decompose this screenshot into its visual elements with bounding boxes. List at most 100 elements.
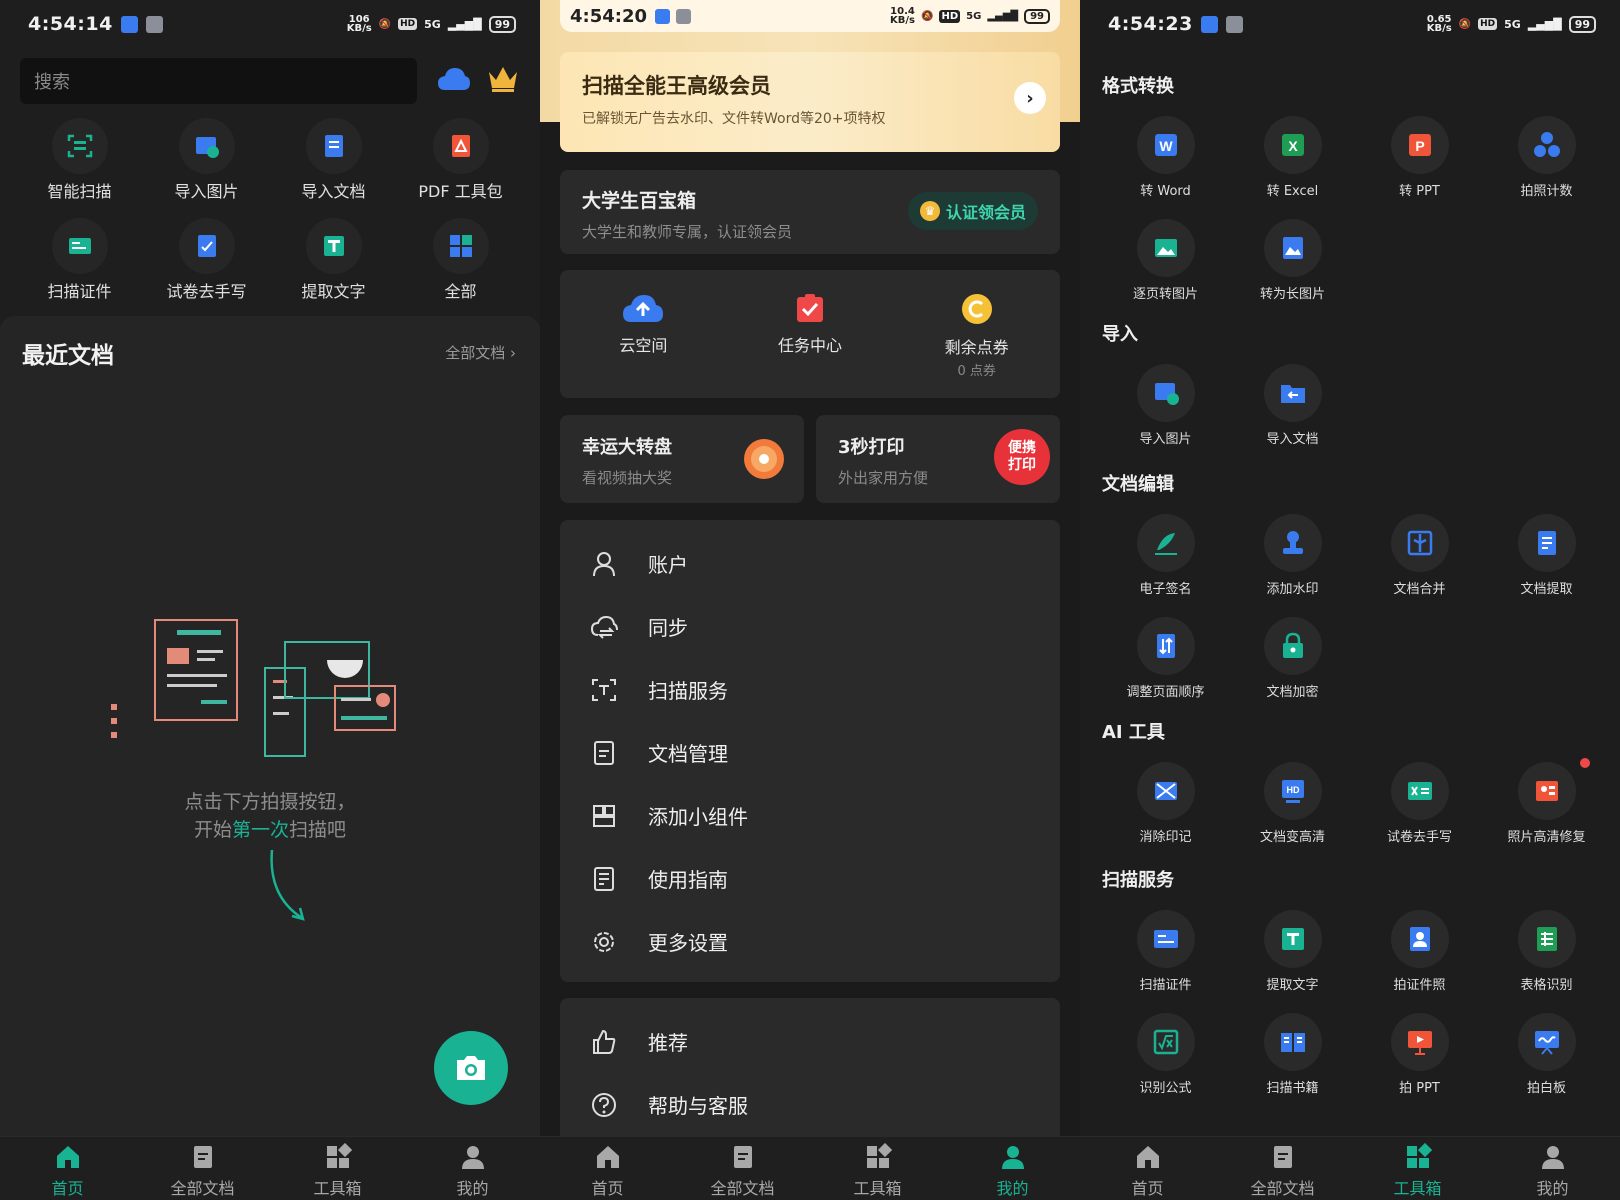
tool-to-ppt[interactable]: P 转 PPT xyxy=(1356,116,1483,199)
quick-label: 扫描证件 xyxy=(47,282,112,301)
vip-card[interactable]: 扫描全能王高级会员 已解锁无广告去水印、文件转Word等20+项特权 › xyxy=(560,52,1060,152)
tool-exam-clean[interactable]: 试卷去手写 xyxy=(1356,762,1483,845)
student-card[interactable]: 大学生百宝箱 大学生和教师专属，认证领会员 ♛ 认证领会员 xyxy=(560,170,1060,254)
tool-long-image[interactable]: 转为长图片 xyxy=(1229,219,1356,302)
quick-exam-clean[interactable]: 试卷去手写 xyxy=(143,218,270,302)
nav-toolbox[interactable]: 工具箱 xyxy=(810,1137,945,1200)
menu-help[interactable]: 帮助与客服 xyxy=(560,1073,1060,1136)
nav-all-docs[interactable]: 全部文档 xyxy=(135,1137,270,1200)
tool-shoot-ppt[interactable]: 拍 PPT xyxy=(1356,1013,1483,1096)
status-bar: 4:54:20 10.4 KB/s 🔕 HD 5G ▂▄▆█ 99 xyxy=(560,0,1060,32)
menu-scan-service[interactable]: 扫描服务 xyxy=(560,658,1060,721)
menu-guide[interactable]: 使用指南 xyxy=(560,847,1060,910)
tool-to-excel[interactable]: X 转 Excel xyxy=(1229,116,1356,199)
toolbox-icon xyxy=(866,1143,892,1168)
menu-recommend[interactable]: 推荐 xyxy=(560,1010,1060,1073)
quick-extract-text[interactable]: 提取文字 xyxy=(270,218,397,302)
nav-mine[interactable]: 我的 xyxy=(405,1137,540,1200)
tool-extract[interactable]: 文档提取 xyxy=(1483,514,1610,597)
nav-mine[interactable]: 我的 xyxy=(1485,1137,1620,1200)
pdf-icon xyxy=(451,135,470,157)
tool-formula-ocr[interactable]: 识别公式 xyxy=(1102,1013,1229,1096)
tool-import-doc[interactable]: 导入文档 xyxy=(1229,364,1356,447)
menu-widget[interactable]: 添加小组件 xyxy=(560,784,1060,847)
photo-restore-icon-wrap xyxy=(1517,762,1576,820)
tool-photo-restore[interactable]: 照片高清修复 xyxy=(1483,758,1610,845)
nav-all-docs[interactable]: 全部文档 xyxy=(1215,1137,1350,1200)
svg-text:P: P xyxy=(1415,138,1424,154)
lucky-wheel-card[interactable]: 幸运大转盘 看视频抽大奖 xyxy=(560,415,804,503)
quick-import-image[interactable]: 导入图片 xyxy=(143,118,270,202)
nav-mine[interactable]: 我的 xyxy=(945,1137,1080,1200)
svg-text:X: X xyxy=(1288,138,1298,154)
tool-encrypt[interactable]: 文档加密 xyxy=(1229,617,1356,700)
word-icon-wrap: W xyxy=(1136,116,1195,174)
tool-merge[interactable]: 文档合并 xyxy=(1356,514,1483,597)
wheel-icon xyxy=(744,439,784,479)
tool-remove-marks[interactable]: 消除印记 xyxy=(1102,762,1229,845)
print-card[interactable]: 3秒打印 外出家用方便 便携 打印 xyxy=(816,415,1060,503)
id-card-icon xyxy=(68,238,91,254)
docs-icon xyxy=(733,1146,752,1168)
tool-whiteboard[interactable]: 拍白板 xyxy=(1483,1013,1610,1096)
quick-scan-id[interactable]: 扫描证件 xyxy=(16,218,143,302)
tool-page-to-image[interactable]: 逐页转图片 xyxy=(1102,219,1229,302)
tool-scan-book[interactable]: 扫描书籍 xyxy=(1229,1013,1356,1096)
points[interactable]: 剩余点券 0 点券 xyxy=(893,270,1060,398)
lock-icon xyxy=(1282,632,1303,658)
tool-label: 文档加密 xyxy=(1266,685,1319,700)
tool-watermark[interactable]: 添加水印 xyxy=(1229,514,1356,597)
tool-e-signature[interactable]: 电子签名 xyxy=(1102,514,1229,597)
exam-icon-wrap xyxy=(178,218,235,274)
account-shortcuts: 云空间 任务中心 剩余点券 0 点券 xyxy=(560,270,1060,398)
chevron-right-icon[interactable]: › xyxy=(1014,82,1046,114)
tool-extract-text[interactable]: 提取文字 xyxy=(1229,910,1356,993)
tool-id-photo[interactable]: 拍证件照 xyxy=(1356,910,1483,993)
net-speed: 106 KB/s xyxy=(346,14,372,34)
mute-icon: 🔕 xyxy=(1458,18,1472,30)
verify-label: 认证领会员 xyxy=(945,203,1026,222)
cloud-space[interactable]: 云空间 xyxy=(560,270,727,398)
tool-import-image[interactable]: 导入图片 xyxy=(1102,364,1229,447)
cloud-sync-icon xyxy=(590,615,618,639)
menu-account[interactable]: 账户 xyxy=(560,532,1060,595)
tool-label: 转 Excel xyxy=(1266,184,1319,199)
id-card-icon-wrap xyxy=(1136,910,1195,968)
thumbs-up-icon xyxy=(593,1029,616,1054)
ai-tools: 消除印记 HD 文档变高清 试卷去手写 照片高清修复 xyxy=(1102,758,1610,845)
menu-doc-manage[interactable]: 文档管理 xyxy=(560,721,1060,784)
tool-hd-doc[interactable]: HD 文档变高清 xyxy=(1229,762,1356,845)
menu-sync[interactable]: 同步 xyxy=(560,595,1060,658)
menu-more-settings[interactable]: 更多设置 xyxy=(560,910,1060,973)
camera-button[interactable] xyxy=(434,1031,508,1105)
all-docs-link[interactable]: 全部文档 › xyxy=(445,342,516,363)
cloud-icon[interactable] xyxy=(437,66,471,92)
tool-label: 拍 PPT xyxy=(1399,1081,1440,1096)
svg-text:HD: HD xyxy=(1286,785,1299,795)
verify-member-button[interactable]: ♛ 认证领会员 xyxy=(907,192,1038,230)
tool-reorder[interactable]: 调整页面顺序 xyxy=(1102,617,1229,700)
camera-icon xyxy=(457,1056,485,1080)
nav-home[interactable]: 首页 xyxy=(0,1137,135,1200)
menu-label: 使用指南 xyxy=(648,868,728,892)
search-input[interactable]: 搜索 xyxy=(20,58,417,104)
settings-menu: 账户 同步 扫描服务 文档管理 添加小组件 使用指南 更多设置 xyxy=(560,520,1060,982)
tool-photo-count[interactable]: 拍照计数 xyxy=(1483,116,1610,199)
tool-table-ocr[interactable]: 表格识别 xyxy=(1483,910,1610,993)
quick-actions: 智能扫描 导入图片 导入文档 PDF 工具包 扫描证件 试卷去手写 提取文字 全… xyxy=(16,118,524,302)
task-center[interactable]: 任务中心 xyxy=(727,270,894,398)
nav-toolbox[interactable]: 工具箱 xyxy=(270,1137,405,1200)
nav-home[interactable]: 首页 xyxy=(540,1137,675,1200)
hd-doc-icon: HD xyxy=(1281,780,1304,803)
recent-title: 最近文档 xyxy=(22,343,114,369)
crown-icon[interactable] xyxy=(486,64,520,94)
quick-pdf-toolkit[interactable]: PDF 工具包 xyxy=(397,118,524,202)
tool-scan-id[interactable]: 扫描证件 xyxy=(1102,910,1229,993)
quick-import-doc[interactable]: 导入文档 xyxy=(270,118,397,202)
quick-smart-scan[interactable]: 智能扫描 xyxy=(16,118,143,202)
nav-toolbox[interactable]: 工具箱 xyxy=(1350,1137,1485,1200)
nav-all-docs[interactable]: 全部文档 xyxy=(675,1137,810,1200)
nav-home[interactable]: 首页 xyxy=(1080,1137,1215,1200)
tool-to-word[interactable]: W 转 Word xyxy=(1102,116,1229,199)
quick-all[interactable]: 全部 xyxy=(397,218,524,302)
